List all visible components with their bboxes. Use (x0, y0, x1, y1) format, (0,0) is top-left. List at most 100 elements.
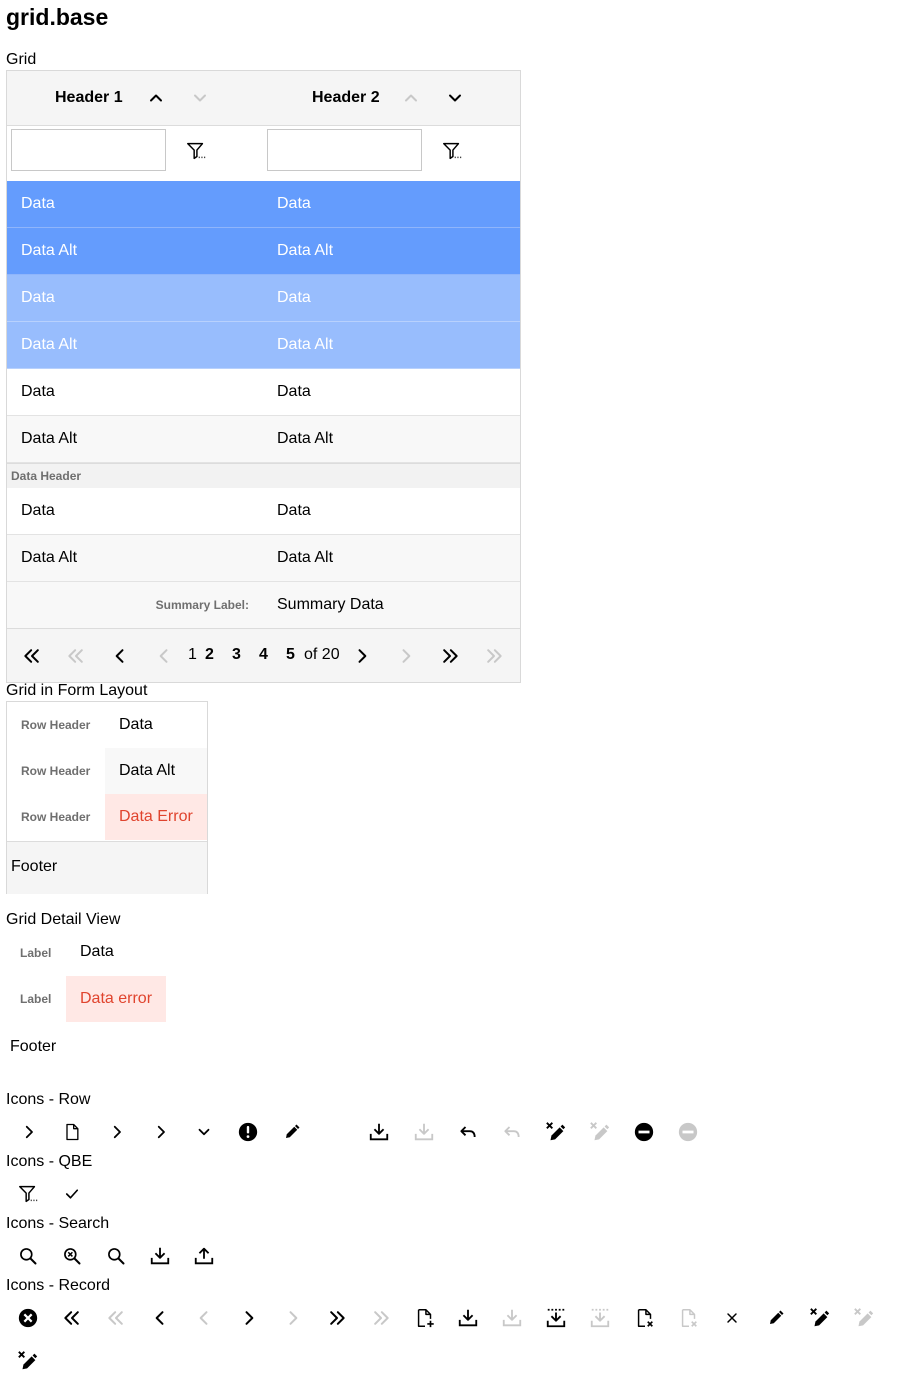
table-cell: Data Alt (277, 430, 334, 447)
previous-record-disabled-icon[interactable] (193, 1307, 215, 1329)
search-icon[interactable] (105, 1245, 127, 1267)
chevron-right-icon[interactable] (150, 1121, 172, 1143)
save-all-icon[interactable] (545, 1307, 567, 1329)
table-cell: Data Alt (21, 336, 78, 353)
first-page-icon[interactable] (21, 645, 43, 667)
table-row[interactable]: Data Data (7, 369, 520, 416)
page-number-4[interactable]: 4 (259, 646, 268, 664)
delete-record-icon[interactable] (634, 1307, 656, 1329)
column-header-2[interactable]: Header 2 (312, 71, 466, 125)
previous-set-icon[interactable] (65, 645, 87, 667)
column-header-1[interactable]: Header 1 (55, 71, 211, 125)
previous-page-disabled-icon[interactable] (153, 645, 175, 667)
save-disabled-icon[interactable] (501, 1307, 523, 1329)
table-cell: Data Alt (21, 430, 78, 447)
previous-record-icon[interactable] (149, 1307, 171, 1329)
previous-page-icon[interactable] (109, 645, 131, 667)
chevron-right-icon[interactable] (18, 1121, 40, 1143)
form-footer-text: Footer (11, 858, 58, 875)
last-page-icon[interactable] (483, 645, 505, 667)
table-row[interactable]: Data Data (7, 488, 520, 535)
undo-icon[interactable] (457, 1121, 479, 1143)
page-number-5[interactable]: 5 (286, 646, 295, 664)
new-record-icon[interactable] (414, 1307, 436, 1329)
next-page-disabled-icon[interactable] (395, 645, 417, 667)
cancel-edit-disabled-icon[interactable] (589, 1121, 611, 1143)
first-record-disabled-icon[interactable] (105, 1307, 127, 1329)
next-set-icon[interactable] (439, 645, 461, 667)
column-header-1-label: Header 1 (55, 89, 123, 106)
form-footer: Footer (7, 841, 207, 894)
last-record-disabled-icon[interactable] (370, 1307, 392, 1329)
remove-icon[interactable] (633, 1121, 655, 1143)
close-circle-icon[interactable] (17, 1307, 39, 1329)
qbe-input-2[interactable] (267, 129, 422, 171)
sort-ascending-icon[interactable] (400, 87, 422, 109)
download-icon[interactable] (368, 1121, 390, 1143)
sort-ascending-icon[interactable] (145, 87, 167, 109)
qbe-input-1[interactable] (11, 129, 166, 171)
column-header-2-label: Header 2 (312, 89, 380, 106)
pencil-icon[interactable] (765, 1307, 787, 1329)
last-record-icon[interactable] (326, 1307, 348, 1329)
check-icon[interactable] (61, 1183, 83, 1205)
table-cell: Data Alt (277, 336, 334, 353)
upload-icon[interactable] (193, 1245, 215, 1267)
delete-record-disabled-icon[interactable] (678, 1307, 700, 1329)
search-icon[interactable] (17, 1245, 39, 1267)
table-cell: Data (21, 289, 55, 306)
page-title: grid.base (6, 4, 109, 30)
save-icon[interactable] (457, 1307, 479, 1329)
detail-label: Label (20, 946, 52, 960)
close-icon[interactable] (721, 1307, 743, 1329)
data-header: Data Header (7, 463, 520, 489)
page-number-2[interactable]: 2 (205, 646, 214, 664)
next-page-icon[interactable] (351, 645, 373, 667)
chevron-right-icon[interactable] (106, 1121, 128, 1143)
save-all-disabled-icon[interactable] (589, 1307, 611, 1329)
download-icon[interactable] (149, 1245, 171, 1267)
clear-search-icon[interactable] (61, 1245, 83, 1267)
chevron-down-icon[interactable] (193, 1121, 215, 1143)
table-cell: Data Alt (277, 242, 334, 259)
cancel-edit-icon[interactable] (17, 1350, 39, 1372)
sort-descending-icon[interactable] (189, 87, 211, 109)
row-data: Data (119, 716, 153, 733)
undo-disabled-icon[interactable] (501, 1121, 523, 1143)
table-cell: Data (277, 502, 311, 519)
page-number-1[interactable]: 1 (188, 646, 197, 664)
form-row[interactable]: Row Header Data Error (7, 794, 207, 840)
table-row[interactable]: Data Data (7, 275, 520, 322)
form-row[interactable]: Row Header Data (7, 702, 207, 748)
cancel-edit-disabled-icon[interactable] (853, 1307, 875, 1329)
next-record-disabled-icon[interactable] (282, 1307, 304, 1329)
grid-header: Header 1 Header 2 (7, 71, 520, 126)
page-total: of 20 (304, 646, 340, 663)
next-record-icon[interactable] (238, 1307, 260, 1329)
table-row[interactable]: Data Alt Data Alt (7, 535, 520, 582)
row-header: Row Header (21, 810, 91, 824)
document-icon[interactable] (61, 1121, 83, 1143)
filter-icon[interactable] (185, 140, 207, 162)
remove-disabled-icon[interactable] (677, 1121, 699, 1143)
filter-icon[interactable] (17, 1183, 39, 1205)
row-header: Row Header (21, 718, 91, 732)
first-record-icon[interactable] (61, 1307, 83, 1329)
table-row[interactable]: Data Alt Data Alt (7, 322, 520, 369)
page-number-3[interactable]: 3 (232, 646, 241, 664)
icons-row-label: Icons - Row (6, 1091, 91, 1108)
detail-label: Label (20, 992, 52, 1006)
table-cell: Data Alt (21, 549, 78, 566)
table-row[interactable]: Data Alt Data Alt (7, 416, 520, 463)
detail-value: Data (80, 943, 114, 960)
pencil-icon[interactable] (281, 1121, 303, 1143)
form-row[interactable]: Row Header Data Alt (7, 748, 207, 794)
sort-descending-icon[interactable] (444, 87, 466, 109)
cancel-edit-icon[interactable] (545, 1121, 567, 1143)
download-disabled-icon[interactable] (413, 1121, 435, 1143)
table-row[interactable]: Data Data (7, 181, 520, 228)
table-row[interactable]: Data Alt Data Alt (7, 228, 520, 275)
detail-value-error: Data error (66, 976, 166, 1022)
cancel-edit-icon[interactable] (809, 1307, 831, 1329)
filter-icon[interactable] (441, 140, 463, 162)
